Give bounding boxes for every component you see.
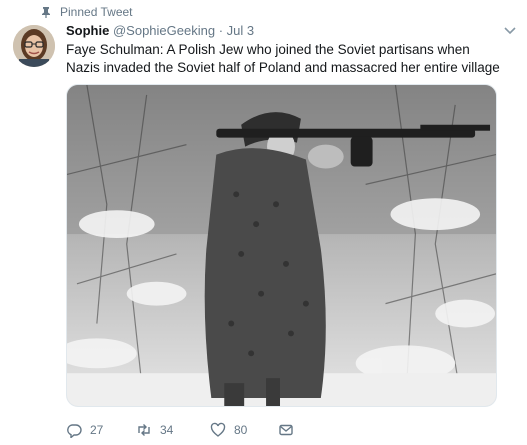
chevron-down-icon[interactable] xyxy=(503,26,517,36)
photo-image xyxy=(67,85,496,406)
reply-icon xyxy=(67,424,82,438)
tweet-actions: 27 34 80 xyxy=(66,420,302,440)
reply-button[interactable]: 27 xyxy=(66,422,136,438)
tweet-photo[interactable] xyxy=(66,84,497,407)
pinned-label: Pinned Tweet xyxy=(60,5,133,19)
retweet-count: 34 xyxy=(160,423,174,437)
retweet-button[interactable]: 34 xyxy=(136,422,210,438)
envelope-icon xyxy=(279,424,293,436)
tweet-header: Sophie @SophieGeeking · Jul 3 xyxy=(66,22,487,40)
tweet-text: Faye Schulman: A Polish Jew who joined t… xyxy=(66,42,500,75)
avatar[interactable] xyxy=(13,25,55,67)
reply-count: 27 xyxy=(90,423,104,437)
pin-icon xyxy=(42,7,50,18)
avatar-image xyxy=(13,25,55,67)
heart-icon xyxy=(210,422,226,437)
display-name[interactable]: Sophie xyxy=(66,23,109,38)
separator-dot: · xyxy=(218,23,224,38)
like-count: 80 xyxy=(234,423,248,437)
user-handle[interactable]: @SophieGeeking xyxy=(113,23,215,38)
direct-message-button[interactable] xyxy=(278,422,302,438)
retweet-icon xyxy=(138,424,150,436)
tweet-timestamp[interactable]: Jul 3 xyxy=(227,23,254,38)
pinned-indicator: Pinned Tweet xyxy=(40,4,133,20)
like-button[interactable]: 80 xyxy=(210,422,278,438)
